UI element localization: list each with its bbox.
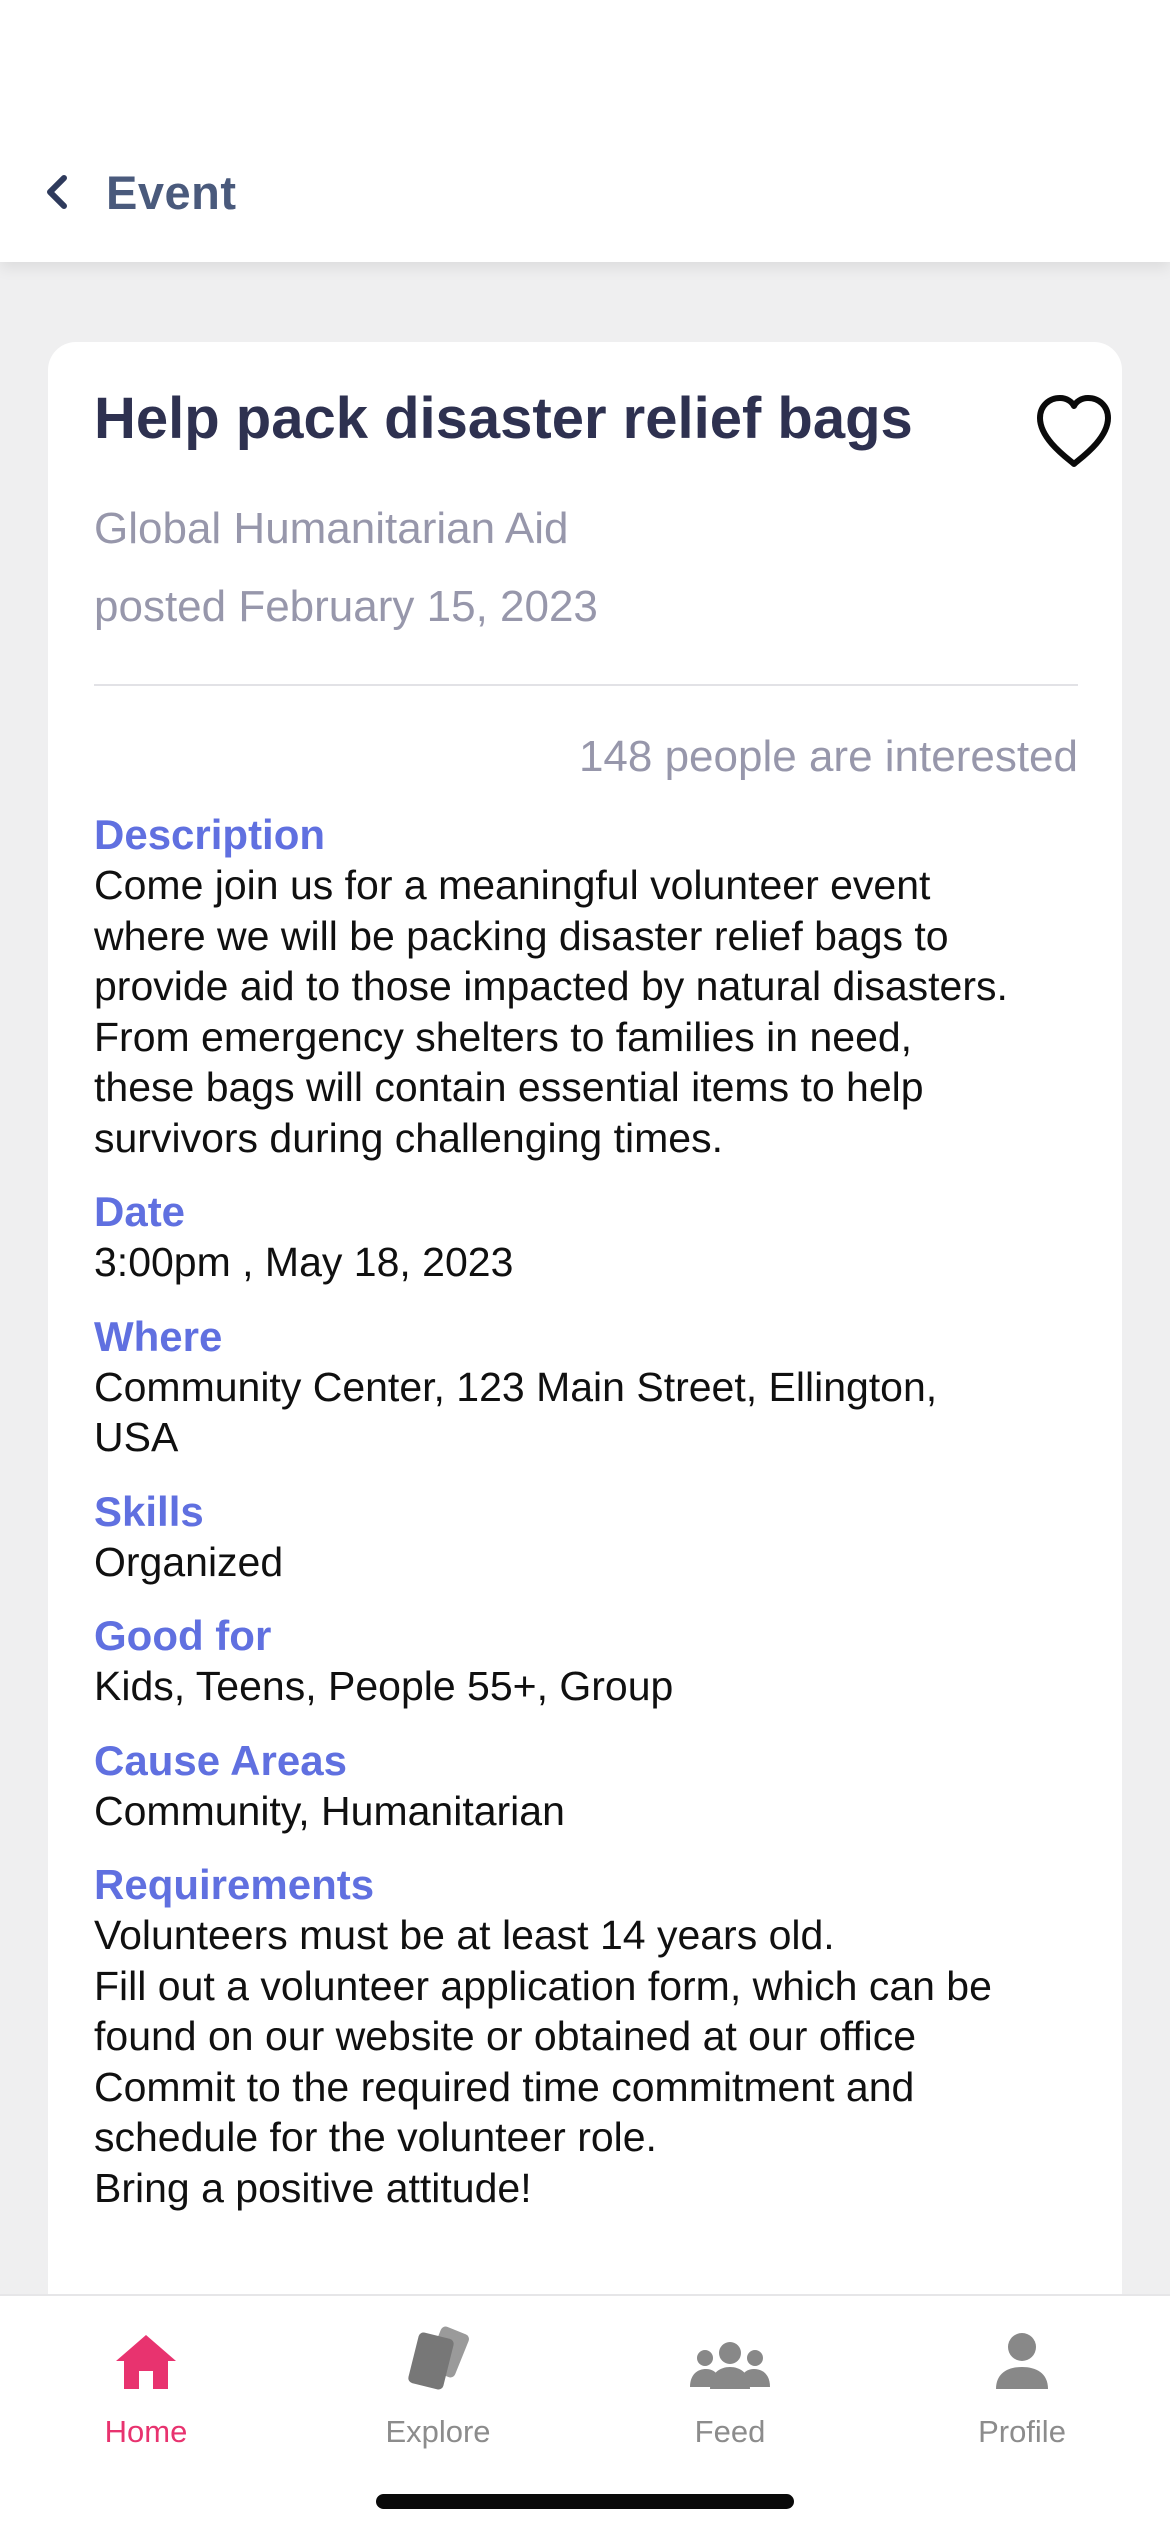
tab-explore-label: Explore <box>385 2414 491 2449</box>
organization-name: Global Humanitarian Aid <box>94 504 569 553</box>
where-text: Community Center, 123 Main Street, Ellin… <box>94 1363 938 1461</box>
heart-outline-icon <box>1032 395 1116 478</box>
tab-feed-label: Feed <box>694 2414 766 2449</box>
cause-areas-label: Cause Areas <box>94 1736 347 1784</box>
description-label: Description <box>94 811 326 858</box>
skills-label: Skills <box>94 1487 204 1535</box>
back-button[interactable]: Event <box>40 150 237 234</box>
good-for-text: Kids, Teens, People 55+, Group <box>94 1663 674 1709</box>
posted-date: posted February 15, 2023 <box>94 582 598 631</box>
description-text: Come join us for a meaningful volunteer … <box>94 862 1008 1161</box>
page-title: Event <box>106 165 237 219</box>
home-indicator <box>376 2494 794 2509</box>
cause-areas-text: Community, Humanitarian <box>94 1787 565 1834</box>
chevron-left-icon <box>40 170 76 214</box>
date-label: Date <box>94 1188 186 1235</box>
favorite-button[interactable] <box>1032 390 1116 474</box>
interested-count: 148 people are interested <box>578 732 1078 781</box>
where-label: Where <box>94 1312 223 1360</box>
tab-profile-label: Profile <box>978 2414 1066 2449</box>
event-card: Help pack disaster relief bags Global Hu… <box>48 342 1122 2342</box>
divider <box>94 684 1078 686</box>
requirements-label: Requirements <box>94 1861 375 1908</box>
person-icon <box>994 2331 1050 2396</box>
requirements-text: Volunteers must be at least 14 years old… <box>94 1912 992 2211</box>
tab-explore[interactable]: Explore <box>292 2316 584 2466</box>
event-title: Help pack disaster relief bags <box>94 386 913 451</box>
skills-text: Organized <box>94 1538 284 1585</box>
home-icon <box>114 2333 178 2396</box>
people-icon <box>690 2341 770 2396</box>
tab-feed[interactable]: Feed <box>584 2316 876 2466</box>
date-text: 3:00pm , May 18, 2023 <box>94 1239 514 1285</box>
event-details: Description Come join us for a meaningfu… <box>94 810 1078 2213</box>
cards-icon <box>403 2325 473 2396</box>
good-for-label: Good for <box>94 1612 272 1659</box>
tab-bar: Home Explore Feed Profile <box>0 2294 1170 2534</box>
tab-home-label: Home <box>104 2414 188 2449</box>
tab-profile[interactable]: Profile <box>876 2316 1168 2466</box>
tab-home[interactable]: Home <box>0 2316 292 2466</box>
header: Event <box>0 0 1170 262</box>
